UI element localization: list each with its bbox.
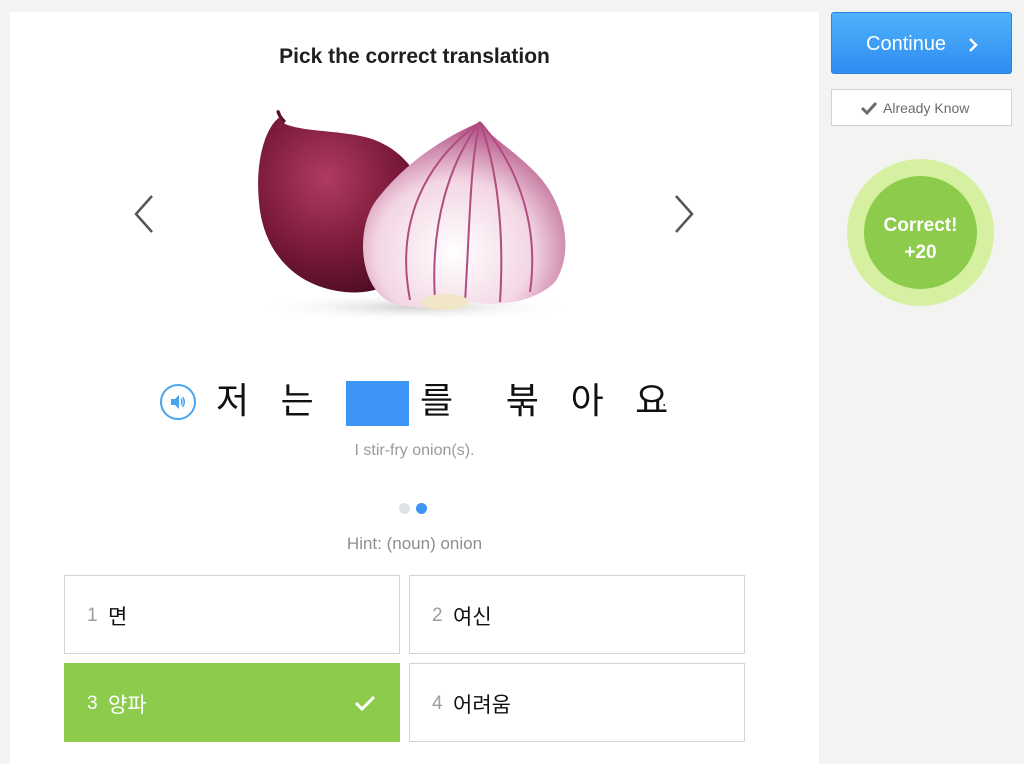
continue-button-label: Continue <box>866 33 947 55</box>
hint-text: Hint: (noun) onion <box>346 534 483 553</box>
chevron-left-icon <box>134 195 153 233</box>
prompt-title: Pick the correct translation <box>279 45 550 68</box>
badge-inner-circle: Correct! +20 <box>864 176 977 289</box>
korean-sentence: 저 는 를 붂 아 요 . <box>160 374 700 432</box>
pagination-dot-active[interactable] <box>416 503 427 514</box>
choice-number: 1 <box>87 605 98 626</box>
choice-option-3-correct[interactable]: 3 양파 <box>64 663 400 742</box>
choice-option-1[interactable]: 1 면 <box>64 575 400 654</box>
sentence-word: 붂 아 요 <box>506 381 679 422</box>
pagination-dots <box>399 503 433 515</box>
choice-text: 면 <box>108 605 128 629</box>
choice-text: 여신 <box>453 605 492 629</box>
already-know-button[interactable]: Already Know <box>831 89 1012 126</box>
correct-feedback-badge: Correct! +20 <box>847 159 994 306</box>
continue-button[interactable]: Continue <box>831 12 1012 74</box>
next-image-button[interactable] <box>670 192 698 236</box>
onion-image <box>245 102 585 327</box>
choice-number: 3 <box>87 693 98 714</box>
choice-option-4[interactable]: 4 어려움 <box>409 663 745 742</box>
red-onion-image <box>255 110 575 321</box>
choice-option-2[interactable]: 2 여신 <box>409 575 745 654</box>
choice-text: 양파 <box>108 693 147 717</box>
choice-text: 어려움 <box>453 693 511 717</box>
chevron-right-icon <box>675 195 694 233</box>
speaker-icon <box>171 395 185 409</box>
play-audio-button[interactable] <box>160 384 196 420</box>
check-icon <box>860 101 878 116</box>
sentence-period: . <box>662 394 677 410</box>
feedback-points: +20 <box>904 242 937 263</box>
sentence-translation: I stir-fry onion(s). <box>354 442 475 459</box>
choice-number: 4 <box>432 693 443 714</box>
choice-number: 2 <box>432 605 443 626</box>
previous-image-button[interactable] <box>130 192 158 236</box>
answer-blank <box>346 381 409 426</box>
sentence-word: 를 <box>420 381 464 422</box>
feedback-title: Correct! <box>883 215 958 236</box>
sentence-word: 저 는 <box>216 381 324 422</box>
pagination-dot[interactable] <box>399 503 410 514</box>
checkmark-icon <box>354 695 376 712</box>
already-know-label: Already Know <box>883 100 970 116</box>
chevron-right-icon <box>969 38 978 52</box>
